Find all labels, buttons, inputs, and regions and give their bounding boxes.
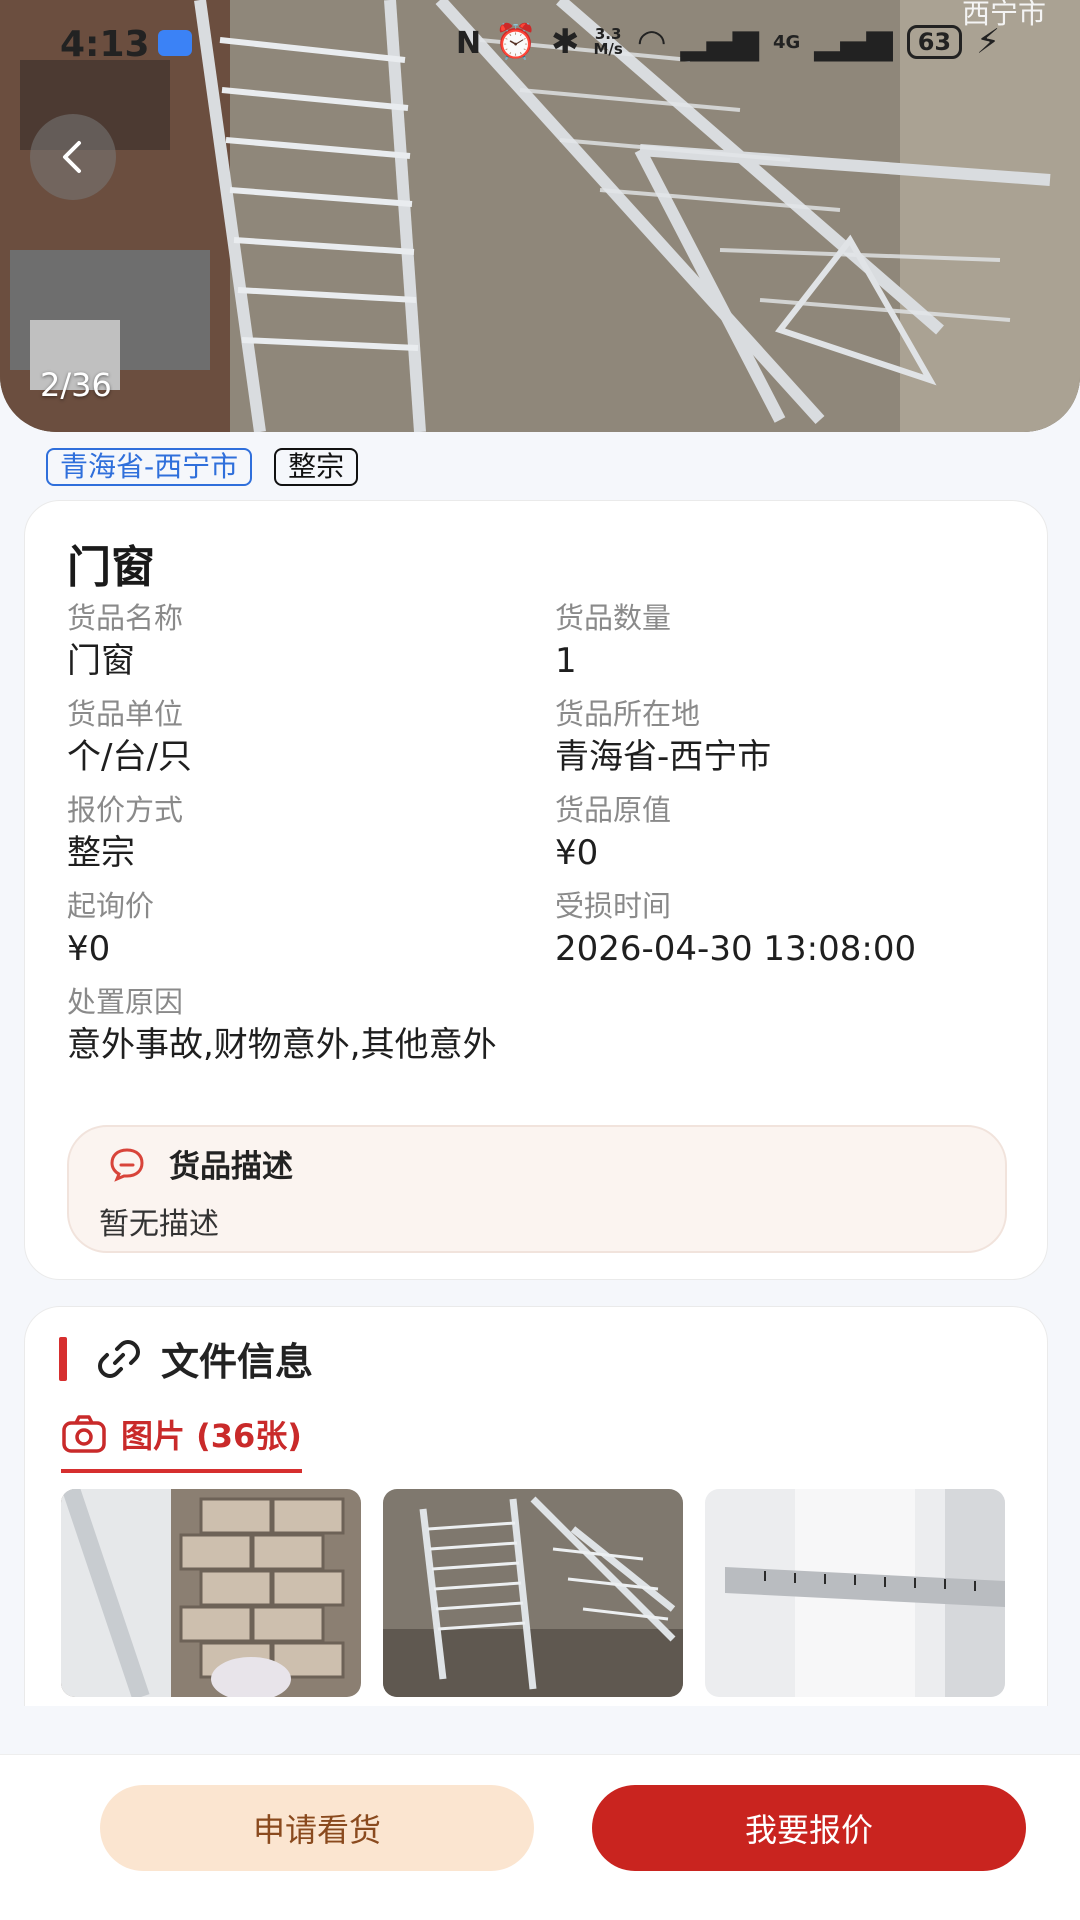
status-icons: ⏰ ✱ 3.3 M/s ◠ ▂▄▆ 4G ▂▄▆ 63 ⚡ — [495, 22, 1000, 62]
network-speed: 3.3 M/s — [593, 25, 623, 58]
field-goods-name: 货品名称 门窗 — [67, 599, 527, 681]
alarm-icon: ⏰ — [494, 22, 537, 62]
field-value: ¥0 — [555, 833, 599, 873]
request-view-button[interactable]: 申请看货 — [100, 1785, 534, 1871]
tab-photos[interactable]: 图片 (36张) — [61, 1411, 302, 1473]
field-original-value: 货品原值 ¥0 — [555, 791, 1015, 873]
bottom-action-bar: 申请看货 我要报价 — [0, 1754, 1080, 1920]
signal-icon: ▂▄▆ — [680, 22, 759, 62]
field-value: ¥0 — [67, 929, 111, 969]
field-label: 货品原值 — [555, 793, 672, 827]
chevron-left-icon — [63, 141, 81, 173]
field-starting-price: 起询价 ¥0 — [67, 887, 527, 969]
thumbnail-image — [383, 1489, 683, 1697]
status-bar: 4:13 N 西宁市 ⏰ ✱ 3.3 M/s ◠ ▂▄▆ 4G ▂▄▆ 63 ⚡ — [0, 0, 1080, 86]
field-goods-unit: 货品单位 个/台/只 — [67, 695, 527, 777]
field-value: 整宗 — [67, 833, 135, 873]
wifi-icon: ◠ — [636, 22, 667, 62]
location-tag: 青海省-西宁市 — [46, 448, 253, 486]
field-value: 个/台/只 — [67, 737, 192, 777]
charging-icon: ⚡ — [976, 22, 1000, 62]
field-label: 起询价 — [67, 889, 155, 923]
field-label: 货品所在地 — [555, 697, 701, 731]
description-text: 暂无描述 — [99, 1207, 219, 1242]
photo-thumbnail[interactable] — [705, 1489, 1005, 1697]
photo-thumbnail[interactable] — [61, 1489, 361, 1697]
field-label: 货品单位 — [67, 697, 184, 731]
field-label: 货品名称 — [67, 601, 184, 635]
submit-quote-button[interactable]: 我要报价 — [592, 1785, 1026, 1871]
field-label: 处置原因 — [67, 985, 184, 1019]
field-goods-quantity: 货品数量 1 — [555, 599, 1015, 681]
field-value: 青海省-西宁市 — [555, 737, 772, 777]
quote-type-tag: 整宗 — [274, 448, 359, 486]
back-button[interactable] — [30, 114, 116, 200]
thumbnail-image — [61, 1489, 361, 1697]
field-value: 2026-04-30 13:08:00 — [555, 929, 917, 969]
image-counter: 2/36 — [40, 366, 112, 404]
field-quote-method: 报价方式 整宗 — [67, 791, 527, 873]
status-time: 4:13 — [60, 24, 150, 65]
bluetooth-icon: ✱ — [550, 22, 580, 62]
description-title: 货品描述 — [169, 1149, 293, 1185]
signal-icon-2: ▂▄▆ — [814, 22, 893, 62]
battery-indicator: 63 — [906, 25, 963, 59]
field-label: 报价方式 — [67, 793, 184, 827]
section-accent-bar — [59, 1337, 67, 1381]
field-disposal-reason: 处置原因 意外事故,财物意外,其他意外 — [67, 983, 517, 1065]
field-value: 意外事故,财物意外,其他意外 — [67, 1025, 497, 1065]
camera-icon — [62, 1415, 106, 1453]
tab-photos-label: 图片 (36张) — [121, 1417, 302, 1455]
item-info-card: 门窗 货品名称 门窗 货品数量 1 货品单位 个/台/只 货品所在地 青海省-西… — [24, 500, 1048, 1280]
description-header: 货品描述 — [107, 1141, 293, 1186]
field-label: 受损时间 — [555, 889, 672, 923]
link-icon — [98, 1339, 140, 1378]
description-box: 货品描述 暂无描述 — [67, 1125, 1007, 1253]
photo-thumbnails — [61, 1489, 1005, 1697]
field-goods-location: 货品所在地 青海省-西宁市 — [555, 695, 1015, 777]
field-damage-time: 受损时间 2026-04-30 13:08:00 — [555, 887, 1015, 969]
photo-thumbnail[interactable] — [383, 1489, 683, 1697]
nfc-icon: N — [456, 26, 482, 61]
item-title: 门窗 — [67, 542, 155, 593]
usb-icon — [158, 30, 192, 56]
hero-photo[interactable]: 4:13 N 西宁市 ⏰ ✱ 3.3 M/s ◠ ▂▄▆ 4G ▂▄▆ 63 ⚡ — [0, 0, 1080, 432]
network-type: 4G — [772, 31, 801, 53]
file-info-title: 文件信息 — [161, 1340, 314, 1384]
chat-bubble-icon — [110, 1147, 144, 1182]
file-info-card: 文件信息 图片 (36张) — [24, 1306, 1048, 1706]
file-info-header: 文件信息 — [95, 1331, 313, 1386]
thumbnail-image — [705, 1489, 1005, 1697]
field-label: 货品数量 — [555, 601, 672, 635]
tag-row: 青海省-西宁市 整宗 — [46, 448, 359, 486]
goods-detail-page: 4:13 N 西宁市 ⏰ ✱ 3.3 M/s ◠ ▂▄▆ 4G ▂▄▆ 63 ⚡ — [0, 0, 1080, 1920]
field-value: 门窗 — [67, 641, 135, 681]
field-value: 1 — [555, 641, 577, 681]
